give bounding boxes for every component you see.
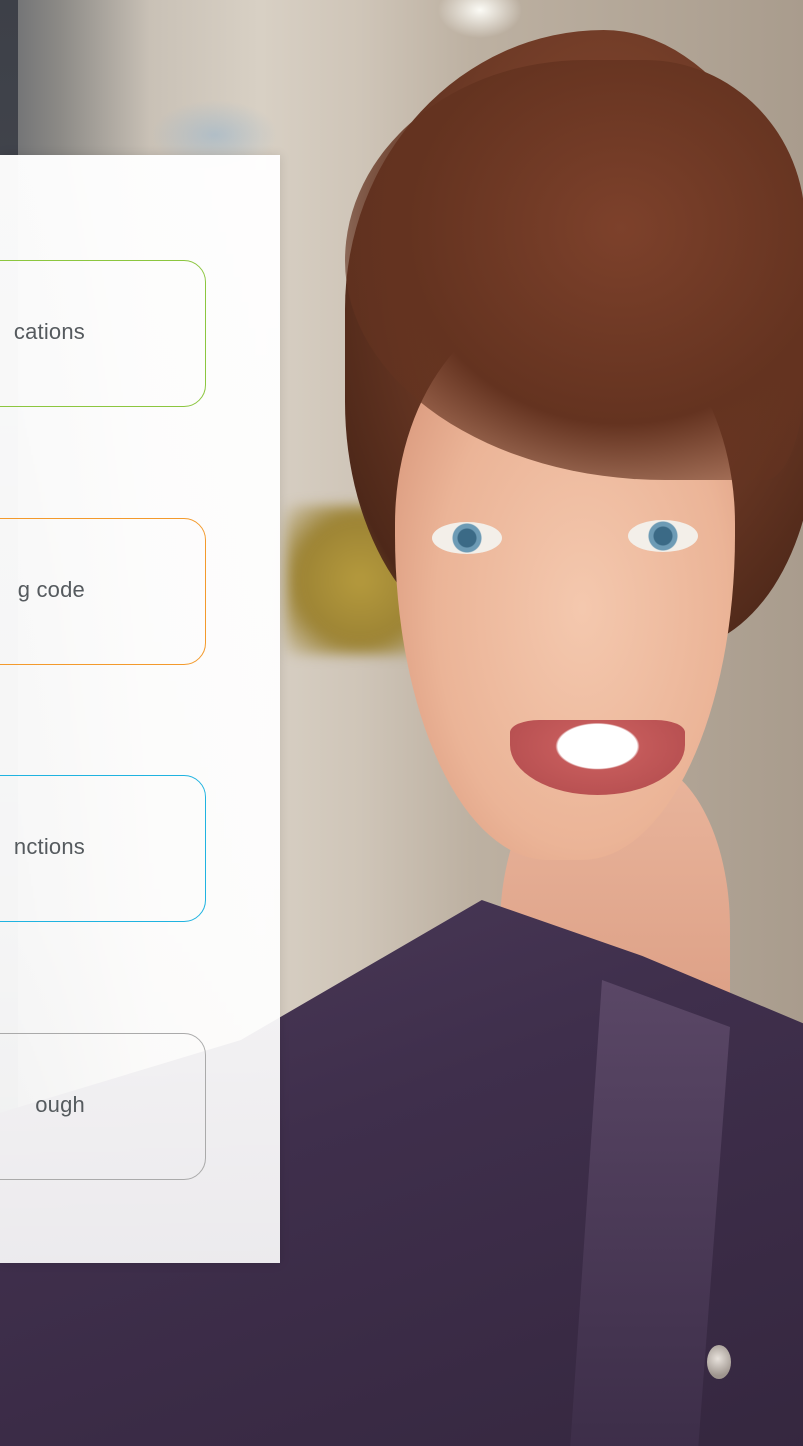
- option-card-4[interactable]: ough: [0, 1033, 206, 1180]
- options-panel: cations g code nctions ough: [0, 155, 280, 1263]
- option-card-2-label: g code: [17, 577, 85, 602]
- option-card-3-label: nctions: [13, 834, 85, 859]
- option-card-1-label: cations: [13, 319, 85, 344]
- photo-eye-left: [432, 522, 502, 554]
- option-card-4-label: ough: [35, 1092, 85, 1117]
- photo-eye-right: [628, 520, 698, 552]
- option-card-1[interactable]: cations: [0, 260, 206, 407]
- option-card-2[interactable]: g code: [0, 518, 206, 665]
- photo-shirt-button: [707, 1345, 731, 1379]
- option-card-3[interactable]: nctions: [0, 775, 206, 922]
